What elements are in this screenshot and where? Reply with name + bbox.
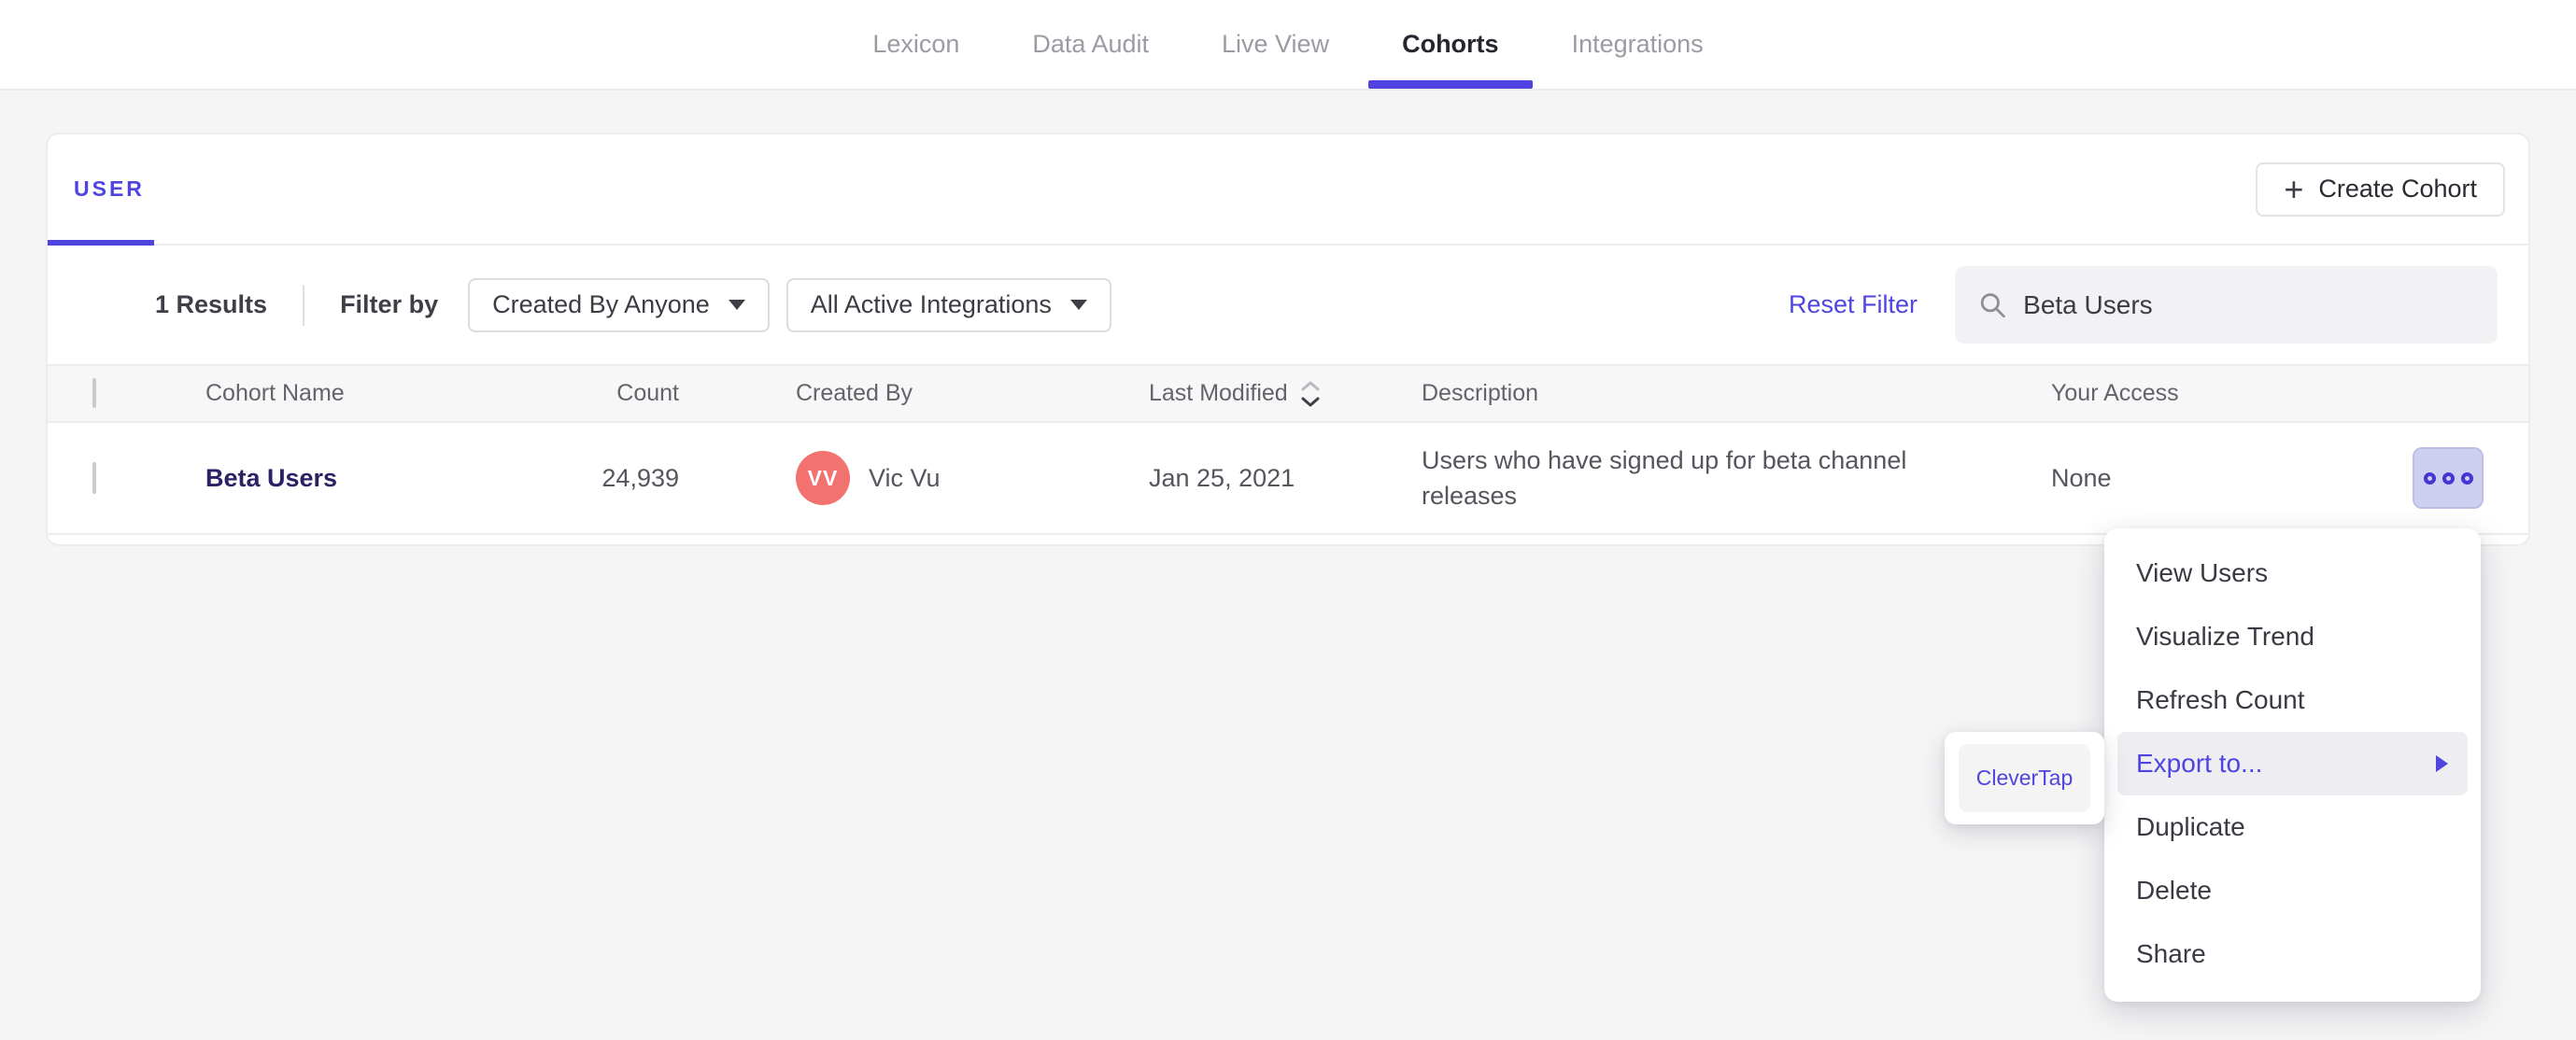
sort-icon [1301,381,1320,406]
menu-item-label: Export to... [2136,749,2263,778]
row-checkbox[interactable] [92,461,96,494]
create-cohort-button[interactable]: + Create Cohort [2256,162,2505,217]
cohort-count: 24,939 [602,463,679,492]
menu-item-share[interactable]: Share [2104,922,2481,986]
dropdown-label: Created By Anyone [492,290,710,318]
creator-name: Vic Vu [869,463,941,492]
submenu-arrow-icon [2436,755,2448,772]
tab-label: Data Audit [1032,30,1149,58]
access-cell: None [2051,463,2112,492]
ellipsis-dot-icon [2442,471,2455,485]
reset-filter-link[interactable]: Reset Filter [1789,290,1918,319]
row-context-menu: View Users Visualize Trend Refresh Count… [2104,528,2481,1002]
tab-label: Lexicon [872,30,960,58]
table-header: Cohort Name Count Created By Last Modifi… [48,364,2528,423]
page-content: USER + Create Cohort 1 Results Filter by… [0,91,2576,546]
search-box[interactable] [1955,266,2498,344]
tab-user[interactable]: USER [74,176,145,202]
dropdown-label: All Active Integrations [810,290,1052,318]
menu-item-duplicate[interactable]: Duplicate [2104,795,2481,859]
search-icon [1980,292,2005,317]
top-navigation: Lexicon Data Audit Live View Cohorts Int… [0,0,2576,91]
cohorts-card: USER + Create Cohort 1 Results Filter by… [46,133,2530,546]
menu-item-export-to[interactable]: Export to... [2117,732,2468,795]
results-count: 1 Results [155,290,268,318]
chevron-down-icon [1069,300,1087,310]
select-all-checkbox[interactable] [92,378,96,408]
ellipsis-dot-icon [2423,471,2436,485]
divider [303,284,305,326]
header-description[interactable]: Description [1422,380,2051,407]
active-tab-indicator [1368,80,1533,89]
header-created-by[interactable]: Created By [679,380,1149,407]
tab-label: Live View [1222,30,1330,58]
ellipsis-dot-icon [2460,471,2473,485]
tab-integrations[interactable]: Integrations [1538,0,1737,89]
menu-item-refresh-count[interactable]: Refresh Count [2104,668,2481,732]
search-input[interactable] [2023,289,2473,320]
submenu-item-clevertap[interactable]: CleverTap [1959,744,2090,812]
menu-item-delete[interactable]: Delete [2104,859,2481,922]
header-label: Last Modified [1149,380,1288,406]
last-modified-cell: Jan 25, 2021 [1149,463,1295,492]
tab-cohorts[interactable]: Cohorts [1368,0,1533,89]
plus-icon: + [2284,169,2304,208]
menu-item-visualize-trend[interactable]: Visualize Trend [2104,605,2481,668]
tab-label: Integrations [1571,30,1704,58]
header-cohort-name[interactable]: Cohort Name [205,380,514,407]
card-tab-bar: USER + Create Cohort [48,134,2528,246]
created-by-cell: VV Vic Vu [796,451,1149,505]
table-row: Beta Users 24,939 VV Vic Vu Jan 25, 2021… [48,423,2528,535]
menu-item-view-users[interactable]: View Users [2104,541,2481,605]
tab-lexicon[interactable]: Lexicon [839,0,993,89]
integrations-dropdown[interactable]: All Active Integrations [786,277,1111,332]
chevron-down-icon [728,300,745,310]
header-your-access[interactable]: Your Access [2051,380,2359,407]
tab-live-view[interactable]: Live View [1188,0,1363,89]
filter-bar: 1 Results Filter by Created By Anyone Al… [48,246,2528,364]
row-actions-menu-button[interactable] [2413,447,2484,509]
export-submenu: CleverTap [1945,732,2104,824]
avatar: VV [796,451,850,505]
cohort-name-link[interactable]: Beta Users [205,464,337,492]
tab-data-audit[interactable]: Data Audit [998,0,1182,89]
tab-label: Cohorts [1402,30,1499,58]
header-last-modified[interactable]: Last Modified [1149,379,1422,409]
description-cell: Users who have signed up for beta channe… [1422,446,1907,510]
user-tab-indicator [48,240,154,246]
create-cohort-label: Create Cohort [2318,175,2477,203]
filter-by-label: Filter by [340,290,439,318]
header-count[interactable]: Count [514,380,679,407]
created-by-dropdown[interactable]: Created By Anyone [468,277,770,332]
